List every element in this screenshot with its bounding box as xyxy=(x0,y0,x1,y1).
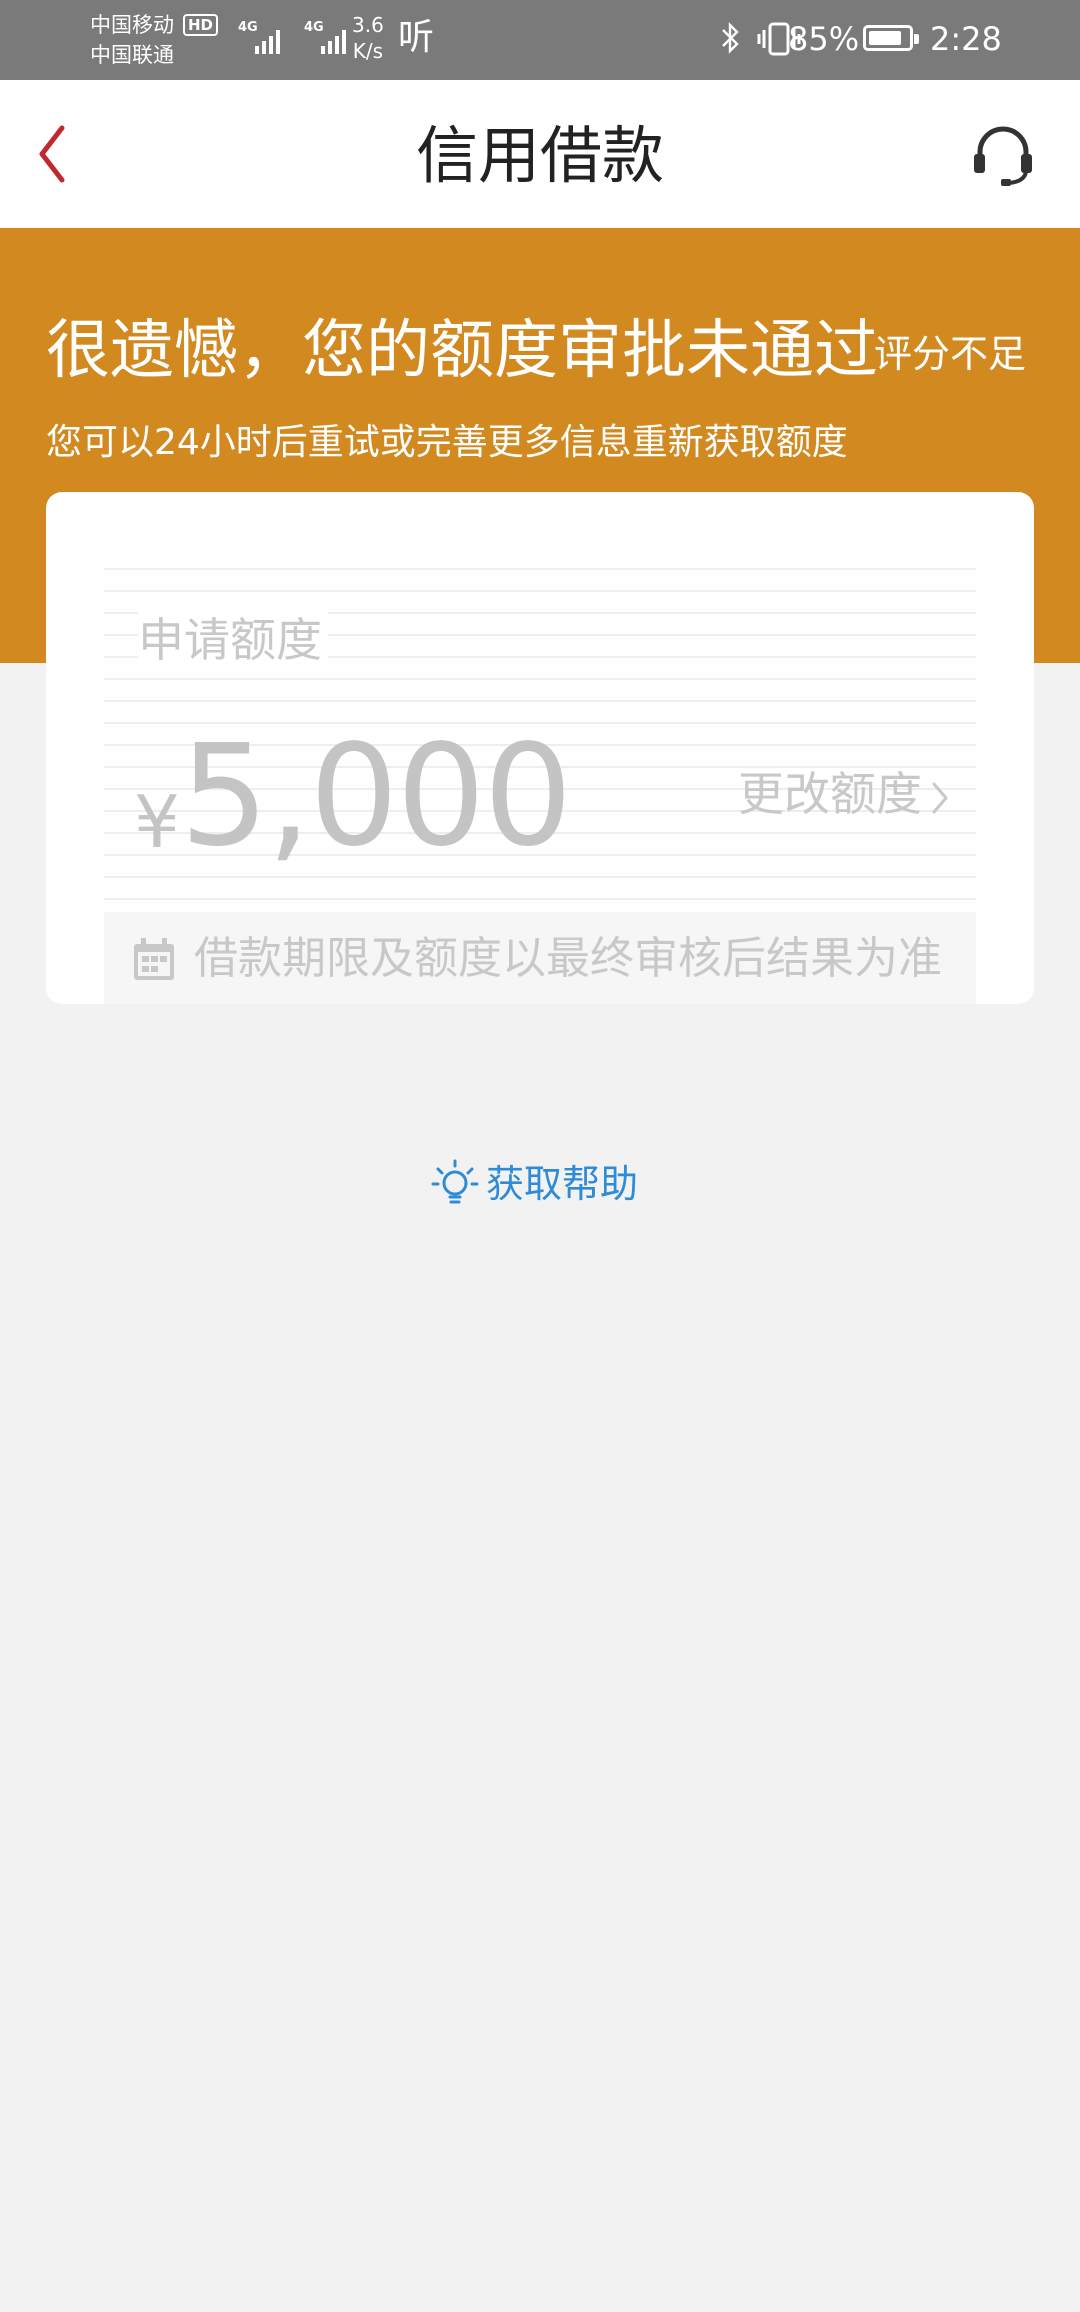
rejection-subtitle: 您可以24小时后重试或完善更多信息重新获取额度 xyxy=(46,422,848,463)
get-help-label: 获取帮助 xyxy=(486,1162,639,1206)
credit-card-panel: 申请额度 ¥5,000 更改额度 借款期限及额度以最终审核后结果为准 xyxy=(46,492,1034,1004)
hd-badge: HD xyxy=(183,14,219,36)
term-note-text: 借款期限及额度以最终审核后结果为准 xyxy=(194,933,942,984)
signal-icon: 4G xyxy=(238,20,280,56)
carrier-names: 中国移动 中国联通 xyxy=(90,10,174,70)
carrier-1: 中国移动 xyxy=(90,13,174,37)
change-amount-label: 更改额度 xyxy=(738,767,922,821)
status-bar: 中国移动 中国联通 HD 4G 4G 3.6 K/s 听 85% 2:28 xyxy=(0,0,1080,80)
headset-icon xyxy=(974,126,1032,186)
amount-display: ¥5,000 xyxy=(134,722,573,872)
lightbulb-icon xyxy=(431,1159,479,1204)
net-speed: 3.6 K/s xyxy=(352,12,384,64)
calendar-icon xyxy=(134,938,174,980)
net-speed-value: 3.6 xyxy=(352,13,384,37)
customer-service-button[interactable] xyxy=(968,120,1038,190)
bluetooth-icon xyxy=(722,22,739,54)
apply-amount-label: 申请额度 xyxy=(138,610,328,670)
listen-icon: 听 xyxy=(398,17,435,58)
get-help-link[interactable]: 获取帮助 xyxy=(430,1152,638,1216)
amount-value: 5,000 xyxy=(179,715,573,878)
carrier-2: 中国联通 xyxy=(90,43,174,67)
battery-percent: 85% xyxy=(788,20,860,58)
clock: 2:28 xyxy=(930,20,1002,58)
signal-icon: 4G xyxy=(304,20,346,56)
chevron-right-icon xyxy=(932,782,948,813)
rejection-title: 很遗憾，您的额度审批未通过 xyxy=(46,314,878,388)
page-title: 信用借款 xyxy=(415,119,664,192)
signal-indicators: 4G 4G xyxy=(238,20,346,56)
term-note: 借款期限及额度以最终审核后结果为准 xyxy=(104,912,976,1004)
battery-fill xyxy=(869,31,902,45)
battery-icon xyxy=(863,25,919,51)
nav-bar: 信用借款 xyxy=(0,80,1080,228)
rejection-reason: 评分不足 xyxy=(874,332,1027,376)
net-speed-unit: K/s xyxy=(352,39,384,63)
currency-symbol: ¥ xyxy=(134,780,180,864)
change-amount-link[interactable]: 更改额度 xyxy=(738,764,952,824)
